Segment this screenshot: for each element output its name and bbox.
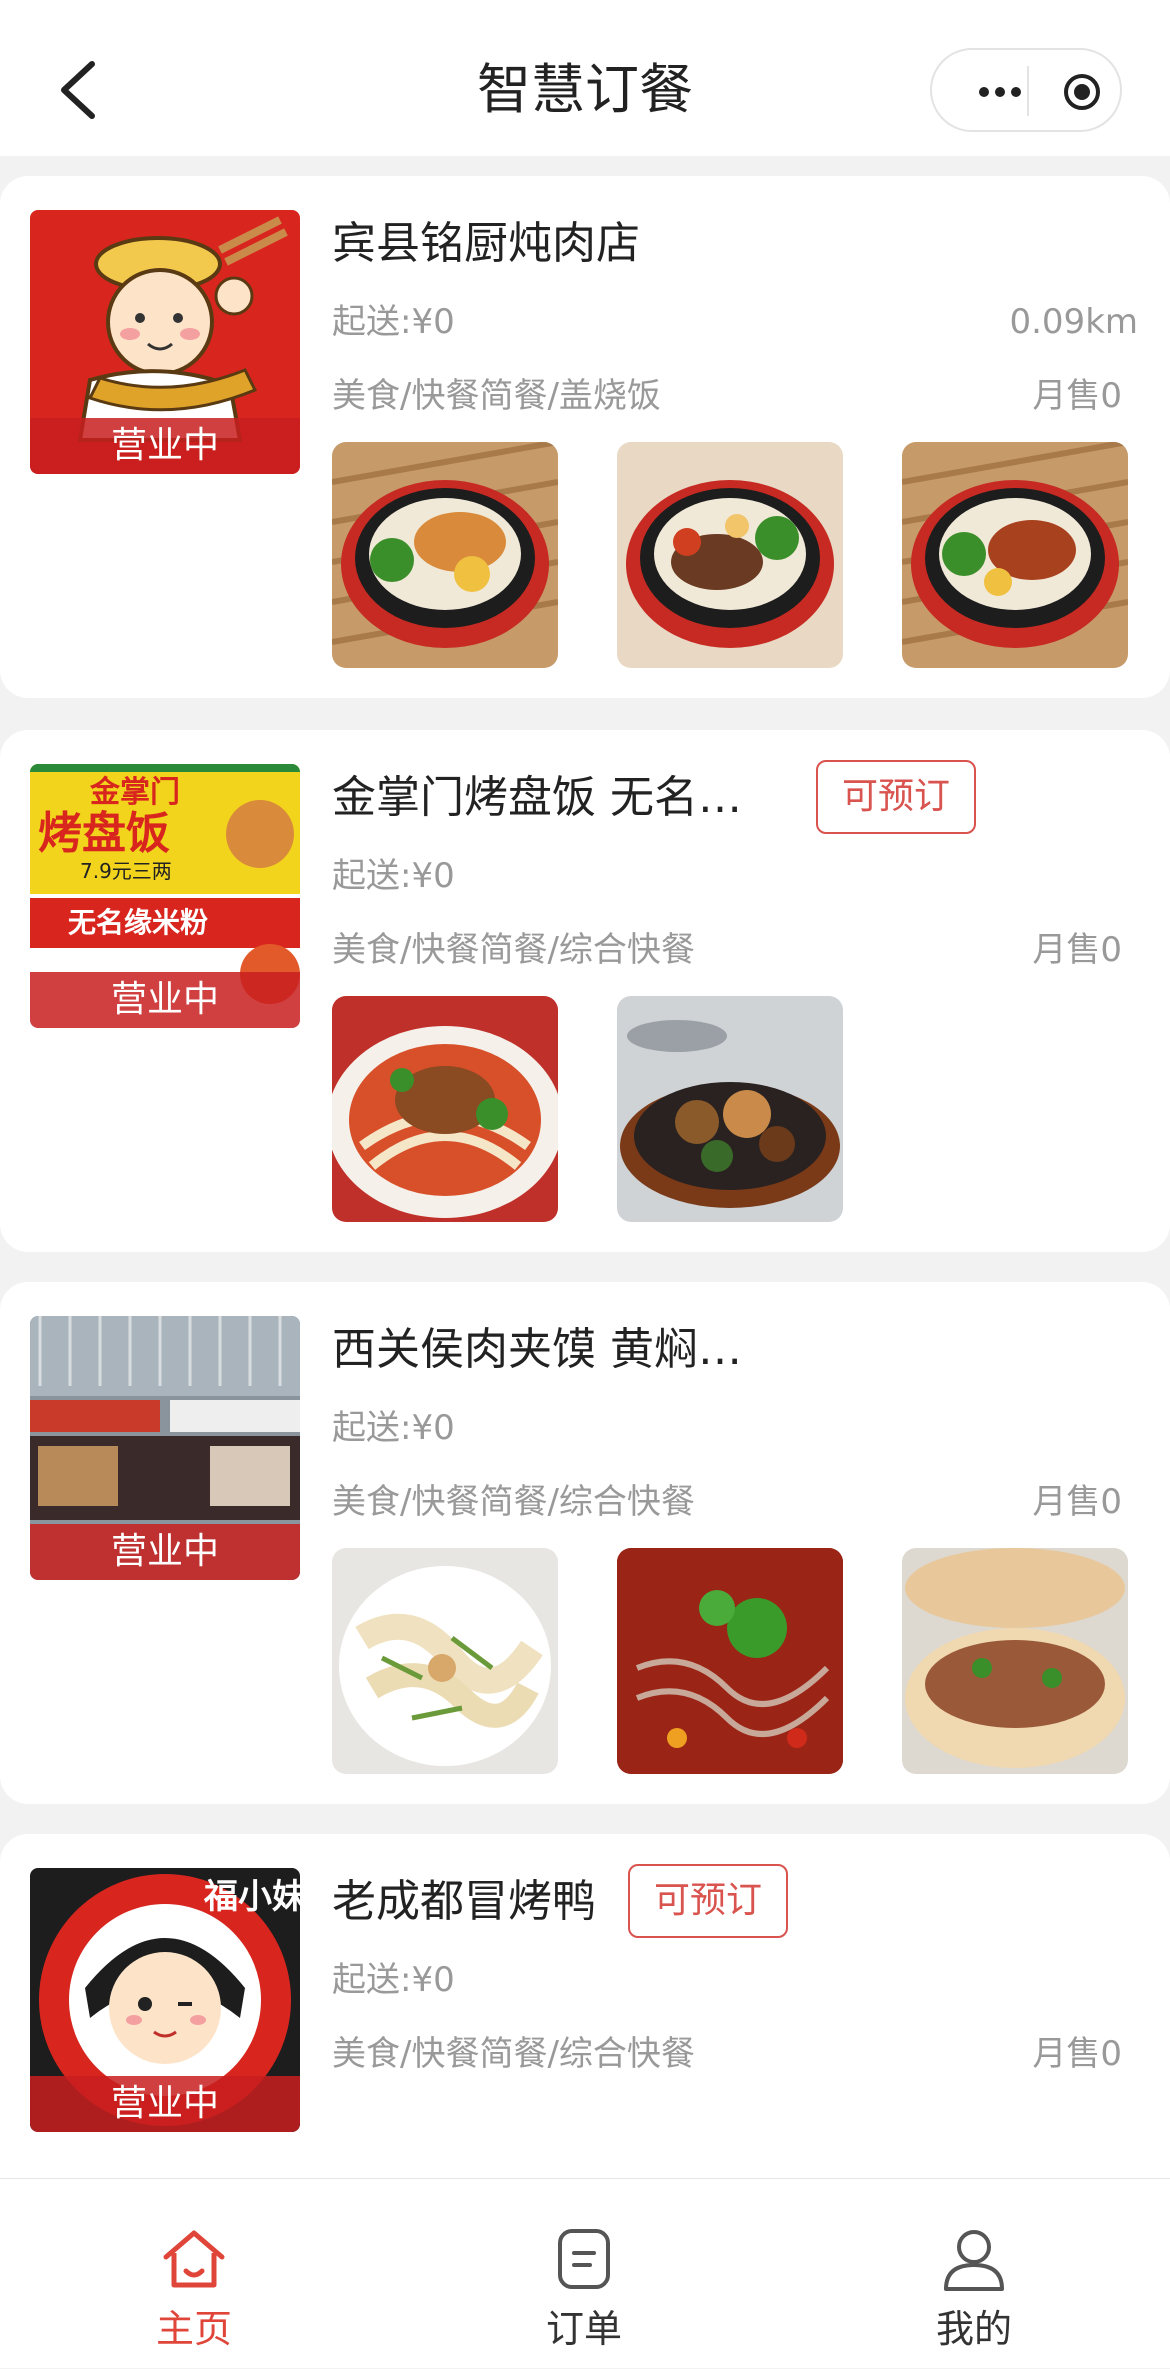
min-order: 起送:¥0 — [332, 856, 455, 896]
svg-text:7.9元三两: 7.9元三两 — [80, 859, 172, 883]
capsule-divider — [1027, 66, 1029, 116]
restaurant-card[interactable]: 营业中 宾县铭厨炖肉店 起送:¥0 0.09km 美食/快餐简餐/盖烧饭 月售0 — [0, 176, 1170, 698]
dish-photo[interactable] — [617, 1548, 843, 1774]
categories: 美食/快餐简餐/综合快餐 — [332, 2034, 695, 2074]
tab-label: 主页 — [155, 2307, 232, 2351]
status-badge: 营业中 — [30, 972, 300, 1028]
dish-photo[interactable] — [902, 1548, 1128, 1774]
dish-photo[interactable] — [902, 442, 1128, 668]
home-icon — [163, 2230, 225, 2288]
distance: 0.09km — [1009, 302, 1138, 342]
restaurant-name: 金掌门烤盘饭 无名… — [332, 772, 742, 823]
svg-text:无名缘米粉: 无名缘米粉 — [68, 906, 208, 939]
status-badge: 营业中 — [30, 418, 300, 474]
categories: 美食/快餐简餐/综合快餐 — [332, 930, 695, 970]
status-badge: 营业中 — [30, 1524, 300, 1580]
svg-text:金掌门: 金掌门 — [89, 775, 180, 810]
status-badge: 营业中 — [30, 2076, 300, 2132]
tab-label: 订单 — [545, 2307, 622, 2351]
restaurant-name: 西关侯肉夹馍 黄焖… — [332, 1324, 742, 1375]
reservable-badge: 可预订 — [816, 760, 977, 834]
monthly-sales: 月售0 — [1032, 930, 1122, 970]
dish-photo[interactable] — [617, 442, 843, 668]
restaurant-name: 老成都冒烤鸭 — [332, 1876, 596, 1927]
monthly-sales: 月售0 — [1032, 2034, 1122, 2074]
tab-home[interactable]: 主页 — [94, 2179, 294, 2369]
categories: 美食/快餐简餐/综合快餐 — [332, 1482, 695, 1522]
tab-label: 我的 — [935, 2307, 1012, 2351]
order-icon — [558, 2229, 610, 2289]
tab-orders[interactable]: 订单 — [484, 2179, 684, 2369]
monthly-sales: 月售0 — [1032, 1482, 1122, 1522]
dish-photo[interactable] — [332, 996, 558, 1222]
navigation-bar: 智慧订餐 — [0, 0, 1170, 156]
profile-icon — [944, 2230, 1004, 2291]
dish-photo[interactable] — [332, 1548, 558, 1774]
min-order: 起送:¥0 — [332, 302, 455, 342]
monthly-sales: 月售0 — [1032, 376, 1122, 416]
restaurant-name: 宾县铭厨炖肉店 — [332, 218, 640, 269]
dish-photo[interactable] — [332, 442, 558, 668]
reservable-badge: 可预订 — [628, 1864, 789, 1938]
categories: 美食/快餐简餐/盖烧饭 — [332, 376, 661, 416]
mini-program-capsule — [930, 48, 1122, 132]
dish-photo[interactable] — [617, 996, 843, 1222]
bottom-tab-bar: 主页 订单 我的 — [0, 2178, 1170, 2368]
svg-text:福小妹: 福小妹 — [203, 1877, 300, 1917]
min-order: 起送:¥0 — [332, 1960, 455, 2000]
restaurant-logo: 福小妹 营业中 — [30, 1868, 300, 2132]
restaurant-logo: 金掌门 烤盘饭 7.9元三两 无名缘米粉 营业中 — [30, 764, 300, 1028]
restaurant-card[interactable]: 营业中 西关侯肉夹馍 黄焖… 起送:¥0 美食/快餐简餐/综合快餐 月售0 — [0, 1282, 1170, 1804]
tab-profile[interactable]: 我的 — [874, 2179, 1074, 2369]
restaurant-logo: 营业中 — [30, 1316, 300, 1580]
record-target-icon[interactable] — [1062, 72, 1102, 112]
restaurant-logo: 营业中 — [30, 210, 300, 474]
min-order: 起送:¥0 — [332, 1408, 455, 1448]
restaurant-card[interactable]: 金掌门 烤盘饭 7.9元三两 无名缘米粉 营业中 金掌门烤盘饭 无名… 可预订 … — [0, 730, 1170, 1252]
svg-text:烤盘饭: 烤盘饭 — [38, 808, 170, 859]
